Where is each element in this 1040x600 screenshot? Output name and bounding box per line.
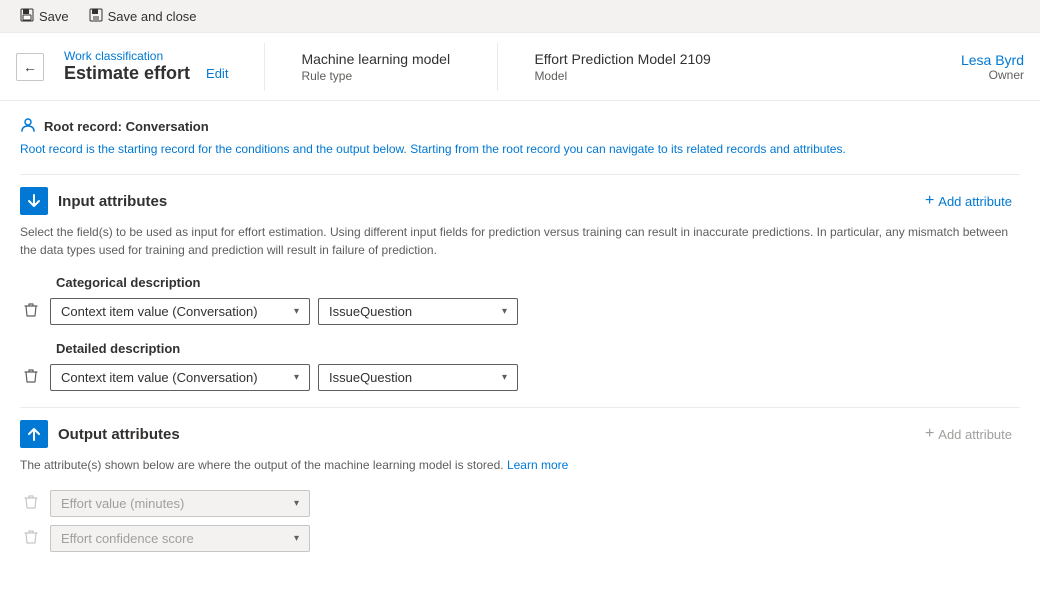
output-attributes-section: Output attributes + Add attribute The at…	[20, 420, 1020, 552]
detailed-field-chevron: ▾	[294, 372, 299, 383]
input-attributes-section: Input attributes + Add attribute Select …	[20, 187, 1020, 391]
root-record-section: Root record: Conversation Root record is…	[20, 117, 1020, 158]
categorical-label: Categorical description	[56, 275, 1020, 290]
categorical-row-1: Context item value (Conversation) ▾ Issu…	[20, 298, 1020, 325]
section-divider-1	[20, 174, 1020, 175]
output-field-2-value: Effort confidence score	[61, 531, 194, 546]
output-attributes-title: Output attributes	[58, 426, 180, 443]
section-divider-2	[20, 407, 1020, 408]
save-close-label: Save and close	[108, 9, 197, 24]
detailed-attribute-value: IssueQuestion	[329, 370, 412, 385]
output-row-1: Effort value (minutes) ▾	[20, 490, 1020, 517]
categorical-group: Categorical description Context item val…	[20, 275, 1020, 325]
toolbar: Save Save and close	[0, 0, 1040, 33]
output-delete-2-button[interactable]	[20, 525, 42, 552]
detailed-label: Detailed description	[56, 341, 1020, 356]
header-separator-2	[497, 43, 498, 91]
output-add-attribute-button: + Add attribute	[917, 422, 1020, 446]
root-record-text: Root record: Conversation	[44, 119, 209, 134]
categorical-attribute-dropdown[interactable]: IssueQuestion ▾	[318, 298, 518, 325]
save-icon	[20, 8, 34, 25]
owner-section: Lesa Byrd Owner	[961, 52, 1024, 82]
input-attributes-title: Input attributes	[58, 193, 167, 210]
detailed-field-value: Context item value (Conversation)	[61, 370, 258, 385]
owner-name[interactable]: Lesa Byrd	[961, 52, 1024, 68]
input-add-label: Add attribute	[938, 194, 1012, 209]
output-icon	[20, 420, 48, 448]
save-close-icon	[89, 8, 103, 25]
header-breadcrumb: Work classification Estimate effort Edit	[64, 49, 228, 84]
edit-link[interactable]: Edit	[206, 66, 228, 81]
root-record-description: Root record is the starting record for t…	[20, 140, 1020, 158]
model-type-value: Machine learning model	[301, 51, 461, 67]
detailed-group: Detailed description Context item value …	[20, 341, 1020, 391]
root-record-icon	[20, 117, 36, 136]
owner-label: Owner	[989, 68, 1024, 82]
save-close-button[interactable]: Save and close	[81, 4, 205, 29]
output-field-1-dropdown: Effort value (minutes) ▾	[50, 490, 310, 517]
model-name-value: Effort Prediction Model 2109	[534, 51, 710, 67]
header-separator	[264, 43, 265, 91]
save-button[interactable]: Save	[12, 4, 77, 29]
model-name-field: Effort Prediction Model 2109 Model	[534, 51, 710, 83]
detailed-delete-button[interactable]	[20, 364, 42, 391]
input-attributes-header: Input attributes + Add attribute	[20, 187, 1020, 215]
back-button[interactable]: ←	[16, 53, 44, 81]
detailed-attribute-chevron: ▾	[502, 372, 507, 383]
input-add-icon: +	[925, 193, 934, 209]
output-field-2-dropdown: Effort confidence score ▾	[50, 525, 310, 552]
categorical-delete-button[interactable]	[20, 298, 42, 325]
detailed-field-dropdown[interactable]: Context item value (Conversation) ▾	[50, 364, 310, 391]
output-rows-group: Effort value (minutes) ▾ Effort confiden…	[20, 490, 1020, 552]
output-attributes-description: The attribute(s) shown below are where t…	[20, 456, 1020, 474]
page-title: Estimate effort	[64, 63, 190, 84]
breadcrumb-link[interactable]: Work classification	[64, 49, 228, 63]
output-attributes-header: Output attributes + Add attribute	[20, 420, 1020, 448]
output-desc-text: The attribute(s) shown below are where t…	[20, 458, 504, 472]
root-record-title: Root record: Conversation	[20, 117, 1020, 136]
categorical-field-chevron: ▾	[294, 306, 299, 317]
output-add-label: Add attribute	[938, 427, 1012, 442]
detailed-row-1: Context item value (Conversation) ▾ Issu…	[20, 364, 1020, 391]
categorical-field-dropdown[interactable]: Context item value (Conversation) ▾	[50, 298, 310, 325]
input-icon	[20, 187, 48, 215]
learn-more-link[interactable]: Learn more	[507, 458, 568, 472]
model-type-field: Machine learning model Rule type	[301, 51, 461, 83]
output-row-2: Effort confidence score ▾	[20, 525, 1020, 552]
output-field-1-value: Effort value (minutes)	[61, 496, 184, 511]
input-title-group: Input attributes	[20, 187, 167, 215]
categorical-attribute-chevron: ▾	[502, 306, 507, 317]
output-field-2-chevron: ▾	[294, 533, 299, 544]
output-delete-1-button[interactable]	[20, 490, 42, 517]
main-content: Root record: Conversation Root record is…	[0, 101, 1040, 600]
output-title-group: Output attributes	[20, 420, 180, 448]
back-icon: ←	[23, 59, 37, 75]
categorical-field-value: Context item value (Conversation)	[61, 304, 258, 319]
input-add-attribute-button[interactable]: + Add attribute	[917, 189, 1020, 213]
detailed-attribute-dropdown[interactable]: IssueQuestion ▾	[318, 364, 518, 391]
categorical-attribute-value: IssueQuestion	[329, 304, 412, 319]
output-add-icon: +	[925, 426, 934, 442]
input-attributes-description: Select the field(s) to be used as input …	[20, 223, 1020, 259]
header-bar: ← Work classification Estimate effort Ed…	[0, 33, 1040, 101]
model-type-label: Rule type	[301, 69, 461, 83]
model-name-label: Model	[534, 69, 710, 83]
save-label: Save	[39, 9, 69, 24]
output-field-1-chevron: ▾	[294, 498, 299, 509]
